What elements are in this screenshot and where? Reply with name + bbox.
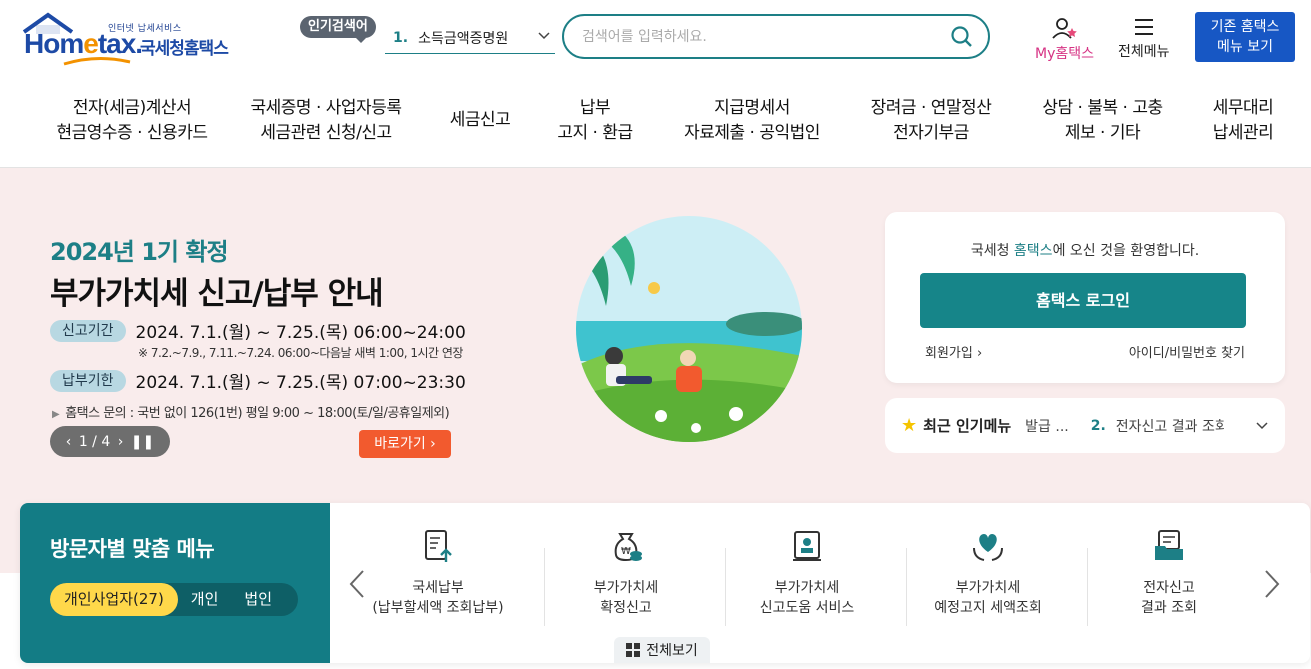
folder-document-icon [1155,530,1183,560]
nav-payment[interactable]: 납부 고지 · 환급 [540,96,650,146]
slide-pager: ‹ 1 / 4 › ❚❚ [50,426,170,457]
nav-e-invoice[interactable]: 전자(세금)계산서 현금영수증 · 신용카드 [42,96,222,146]
login-button[interactable]: 홈택스 로그인 [920,273,1246,328]
nav-certificates[interactable]: 국세증명 · 사업자등록 세금관련 신청/신고 [236,96,416,146]
hometax-logo[interactable]: 인터넷 납세서비스 Hometax. 국세청홈택스 [22,12,242,66]
my-hometax-label: My홈택스 [1035,46,1095,62]
document-stamp-icon [793,531,821,561]
welcome-text: 국세청 홈택스에 오신 것을 환영합니다. [970,243,1200,259]
popular-menu-item-2[interactable]: 전자신고 결과 조회 [1116,416,1224,436]
all-menu-button[interactable]: 전체메뉴 [1118,16,1170,61]
filing-period-row: 신고기간 2024. 7.1.(월) ~ 7.25.(목) 06:00~24:0… [50,318,466,343]
hero-subtitle: 2024년 1기 확정 [50,238,229,266]
chevron-right-icon[interactable] [1263,568,1281,600]
popular-menu-title: 최근 인기메뉴 [923,417,1012,435]
menu-item-e-filing-result[interactable]: 전자신고 결과 조회 [1079,528,1259,618]
chevron-down-icon [538,32,550,40]
visitor-type-tabs: 개인사업자(27) 개인 법인 [50,583,298,616]
popular-menu-bar[interactable]: ★ 최근 인기메뉴 발급 ... 2. 전자신고 결과 조회 [885,398,1285,453]
menu-item-vat-preliminary[interactable]: 부가가치세 예정고지 세액조회 [898,528,1078,618]
svg-text:₩: ₩ [621,546,631,557]
logo-swoosh [63,56,131,66]
chevron-left-icon[interactable] [348,568,366,600]
contact-info: ▶ 홈택스 문의 : 국번 없이 126(1번) 평일 9:00 ~ 18:00(… [52,406,450,421]
chevron-down-icon[interactable] [1255,418,1269,432]
legacy-menu-line1: 기존 홈택스 [1210,19,1280,35]
payment-deadline-label: 납부기한 [50,369,126,392]
triangle-right-icon: ▶ [52,409,60,420]
nav-tax-agent[interactable]: 세무대리 납세관리 [1198,96,1288,146]
view-all-button[interactable]: 전체보기 [614,637,710,663]
prev-slide-icon[interactable]: ‹ [66,434,72,450]
user-star-icon [1051,18,1077,39]
filing-period-note: ※ 7.2.~7.9., 7.11.~7.24. 06:00~다음날 새벽 1:… [138,346,463,360]
money-bag-icon: ₩ [614,533,642,562]
popular-search-badge: 인기검색어 [300,16,376,43]
hamburger-icon [1134,19,1153,35]
next-slide-icon[interactable]: › [118,434,124,450]
tab-sole-proprietor[interactable]: 개인사업자(27) [50,583,178,616]
visitor-menu-panel: 방문자별 맞춤 메뉴 개인사업자(27) 개인 법인 [20,503,330,663]
grid-icon [626,643,641,657]
document-upload-icon [425,530,452,562]
popular-menu-item-1[interactable]: 발급 ... [1025,416,1069,436]
view-all-label: 전체보기 [646,643,698,659]
header: 인터넷 납세서비스 Hometax. 국세청홈택스 인기검색어 1. 소득금액증… [0,0,1311,80]
payment-deadline-value: 2024. 7.1.(월) ~ 7.25.(목) 07:00~23:30 [135,373,466,393]
all-menu-label: 전체메뉴 [1118,44,1170,60]
visitor-menu-title: 방문자별 맞춤 메뉴 [50,537,215,561]
signup-link[interactable]: 회원가입 › [925,342,982,361]
popular-search-rank: 1. [393,29,409,46]
menu-item-tax-payment[interactable]: 국세납부 (납부할세액 조회납부) [348,528,528,618]
payment-deadline-row: 납부기한 2024. 7.1.(월) ~ 7.25.(목) 07:00~23:3… [50,368,466,393]
logo-subtitle: 국세청홈택스 [140,39,229,59]
popular-search-select[interactable]: 1. 소득금액증명원 [385,22,555,54]
nav-statements[interactable]: 지급명세서 자료제출 · 공익법인 [672,96,832,146]
heart-hands-icon [973,534,1003,561]
search-icon[interactable] [950,25,974,49]
beach-illustration [576,216,802,442]
menu-item-vat-help[interactable]: 부가가치세 신고도움 서비스 [717,528,897,618]
pause-icon[interactable]: ❚❚ [131,434,154,450]
nav-tax-filing[interactable]: 세금신고 [430,108,530,133]
visitor-menu-items: 국세납부 (납부할세액 조회납부) ₩ 부가가치세 확정신고 부가가치세 신고도움 서… [348,503,1292,663]
legacy-menu-line2: 메뉴 보기 [1217,39,1273,55]
nav-consultation[interactable]: 상담 · 불복 · 고충 제보 · 기타 [1030,96,1175,146]
go-button[interactable]: 바로가기 › [359,430,451,458]
nav-incentives[interactable]: 장려금 · 연말정산 전자기부금 [856,96,1006,146]
search-input[interactable] [582,26,942,48]
hero-title: 부가가치세 신고/납부 안내 [50,276,384,312]
legacy-menu-button[interactable]: 기존 홈택스 메뉴 보기 [1195,12,1295,62]
search-box [562,14,990,59]
find-id-password-link[interactable]: 아이디/비밀번호 찾기 [1129,342,1245,361]
tab-corporation[interactable]: 법인 [231,583,285,616]
star-icon: ★ [901,415,918,436]
tab-individual[interactable]: 개인 [178,583,232,616]
login-card: 국세청 홈택스에 오신 것을 환영합니다. 홈택스 로그인 회원가입 › 아이디… [885,212,1285,383]
filing-period-label: 신고기간 [50,319,126,342]
main-nav: 전자(세금)계산서 현금영수증 · 신용카드 국세증명 · 사업자등록 세금관련 신… [0,80,1311,168]
filing-period-value: 2024. 7.1.(월) ~ 7.25.(목) 06:00~24:00 [135,323,466,343]
slide-counter: 1 / 4 [78,433,111,450]
popular-search-value: 소득금액증명원 [418,30,509,47]
popular-menu-rank-2: 2. [1090,417,1106,434]
my-hometax-button[interactable]: My홈택스 [1035,16,1094,63]
menu-item-vat-final[interactable]: ₩ 부가가치세 확정신고 [536,528,716,618]
